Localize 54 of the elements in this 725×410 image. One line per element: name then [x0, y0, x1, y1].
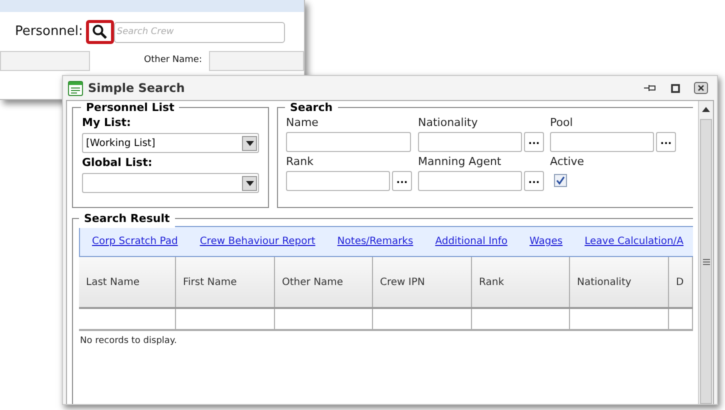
empty-message: No records to display. [79, 335, 178, 348]
search-icon [92, 24, 108, 40]
field-label: Active [550, 155, 586, 169]
lookup-button[interactable]: ... [392, 171, 412, 191]
field-label: Pool [550, 116, 574, 130]
field-label: Manning Agent [418, 155, 502, 169]
personnel-label: Personnel: [15, 23, 83, 42]
tab-link[interactable]: Crew Behaviour Report [200, 234, 316, 249]
maximize-icon[interactable] [671, 84, 680, 92]
lookup-button[interactable]: ... [524, 171, 544, 191]
my-list-dropdown[interactable]: [Working List] [82, 133, 259, 153]
global-list-dropdown[interactable] [82, 173, 259, 193]
input-field[interactable] [550, 132, 654, 152]
my-list-label: My List: [82, 116, 132, 130]
search-button[interactable] [86, 20, 114, 44]
scrollbar[interactable] [698, 101, 713, 404]
field-label: Name [286, 116, 320, 130]
input-field[interactable] [0, 51, 90, 71]
grip-icon [702, 258, 710, 264]
input-field[interactable] [418, 171, 522, 191]
search-field[interactable]: Search Crew [114, 22, 285, 42]
group-legend: Search Result [79, 211, 175, 228]
column-header[interactable]: Rank [472, 257, 570, 307]
input-field[interactable] [286, 171, 390, 191]
column-header[interactable]: First Name [176, 257, 275, 307]
column-header[interactable]: Crew IPN [373, 257, 472, 307]
tab-link[interactable]: Notes/Remarks [337, 234, 414, 249]
field-label: Nationality [418, 116, 479, 130]
other-name-label: Other Name: [144, 54, 202, 68]
close-icon[interactable] [694, 82, 708, 94]
tab-link[interactable]: Additional Info [435, 234, 508, 249]
scroll-up-icon[interactable] [702, 107, 710, 112]
tab-link[interactable]: Leave Calculation/A [584, 234, 684, 249]
lookup-button[interactable]: ... [524, 132, 544, 152]
window-title: Simple Search [88, 80, 185, 97]
global-list-label: Global List: [82, 156, 154, 170]
field-label: Rank [286, 155, 314, 169]
column-header[interactable]: Other Name [275, 257, 373, 307]
check-icon [556, 176, 565, 185]
input-field[interactable] [286, 132, 411, 152]
input-field[interactable] [209, 51, 304, 71]
column-header[interactable]: Last Name [79, 257, 176, 307]
input-field[interactable] [418, 132, 522, 152]
tab-link[interactable]: Corp Scratch Pad [92, 234, 178, 249]
column-header[interactable]: D [669, 257, 693, 307]
lookup-button[interactable]: ... [656, 132, 676, 152]
scroll-thumb[interactable] [700, 119, 712, 404]
pin-icon[interactable] [643, 83, 657, 93]
column-header[interactable]: Nationality [570, 257, 669, 307]
tab-link[interactable]: Wages [530, 234, 563, 249]
dropdown-arrow-icon [246, 140, 254, 146]
dropdown-arrow-icon [246, 180, 254, 186]
window-icon [68, 80, 83, 96]
active-checkbox[interactable] [554, 174, 567, 187]
